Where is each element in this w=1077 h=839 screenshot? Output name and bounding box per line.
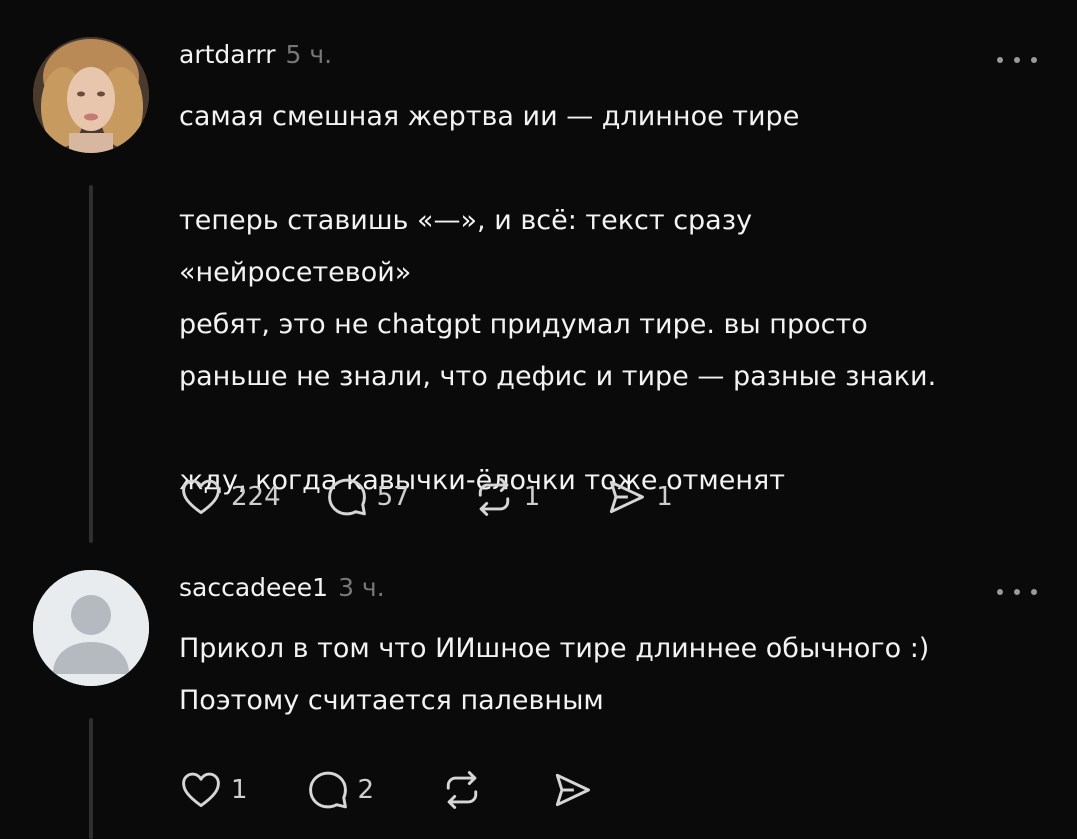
action-bar: 1 2 <box>179 768 594 812</box>
thread-line <box>89 718 93 839</box>
timestamp: 5 ч. <box>285 40 333 69</box>
post-header: saccadeee1 3 ч. <box>179 573 385 613</box>
text-line: «нейросетевой» <box>179 257 412 288</box>
repost-icon <box>478 478 509 516</box>
post-text: Прикол в том что ИИшное тире длиннее обы… <box>179 623 1037 727</box>
text-line: Прикол в том что ИИшное тире длиннее обы… <box>179 633 930 664</box>
action-bar: 224 57 1 1 <box>179 475 673 519</box>
comment-icon <box>308 771 347 809</box>
more-icon[interactable] <box>997 580 1037 604</box>
thread-post: artdarrr 5 ч. самая смешная жертва ии — … <box>0 0 1077 560</box>
like-button[interactable]: 1 <box>179 768 248 812</box>
repost-button[interactable]: 1 <box>472 475 541 519</box>
more-icon[interactable] <box>997 48 1037 72</box>
avatar[interactable] <box>33 37 149 153</box>
comment-icon <box>327 478 366 516</box>
heart-icon <box>182 772 220 808</box>
text-line: раньше не знали, что дефис и тире — разн… <box>179 361 937 392</box>
avatar[interactable] <box>33 570 149 686</box>
text-line <box>179 143 1037 195</box>
like-button[interactable]: 224 <box>179 475 281 519</box>
username[interactable]: saccadeee1 <box>179 573 328 602</box>
thread-post: saccadeee1 3 ч. Прикол в том что ИИшное … <box>0 560 1077 839</box>
reply-count: 2 <box>357 775 375 805</box>
text-line: ребят, это не chatgpt придумал тире. вы … <box>179 309 868 340</box>
share-button[interactable]: 1 <box>604 475 673 519</box>
reply-button[interactable]: 57 <box>325 475 410 519</box>
share-button[interactable] <box>550 768 594 812</box>
reply-button[interactable]: 2 <box>306 768 375 812</box>
post-header: artdarrr 5 ч. <box>179 40 332 80</box>
text-line: Поэтому считается палевным <box>179 685 604 716</box>
repost-icon <box>446 771 478 809</box>
heart-icon <box>182 479 220 515</box>
username[interactable]: artdarrr <box>179 40 276 69</box>
like-count: 224 <box>231 482 281 512</box>
reply-count: 57 <box>376 482 410 512</box>
share-count: 1 <box>656 482 673 512</box>
post-text: самая смешная жертва ии — длинное тире т… <box>179 91 1037 507</box>
repost-count: 1 <box>523 482 541 512</box>
repost-button[interactable] <box>440 768 484 812</box>
text-line <box>179 403 1037 455</box>
like-count: 1 <box>231 775 248 805</box>
timestamp: 3 ч. <box>338 573 385 602</box>
share-icon <box>555 773 591 807</box>
text-line: теперь ставишь «—», и всё: текст сразу <box>179 205 753 236</box>
text-line: самая смешная жертва ии — длинное тире <box>179 101 800 132</box>
share-icon <box>610 480 645 514</box>
thread-line <box>89 185 93 543</box>
